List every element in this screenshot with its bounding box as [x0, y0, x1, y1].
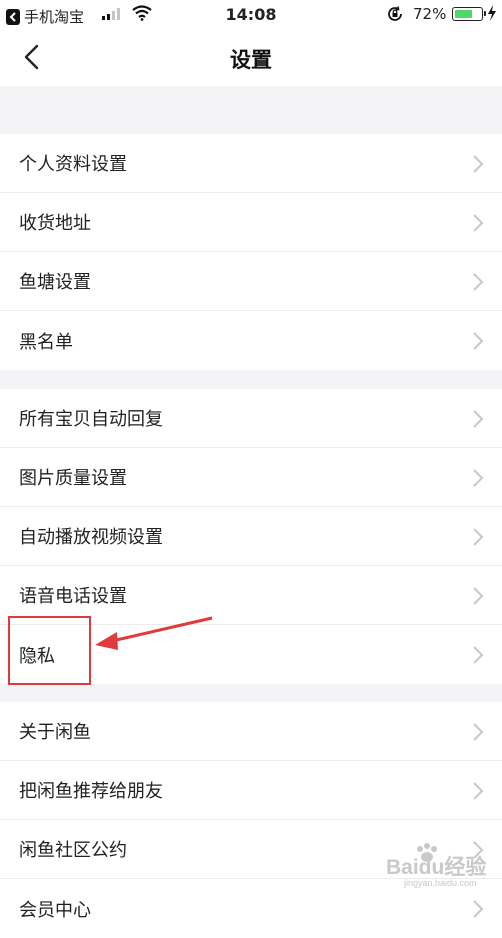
chevron-right-icon — [473, 900, 484, 918]
watermark-subtext: jingyan.baidu.com — [403, 878, 477, 888]
watermark-text: Baidu经验 — [386, 855, 486, 879]
watermark: Baidu经验 jingyan.baidu.com — [384, 840, 499, 894]
annotation-arrow-icon — [95, 616, 213, 650]
